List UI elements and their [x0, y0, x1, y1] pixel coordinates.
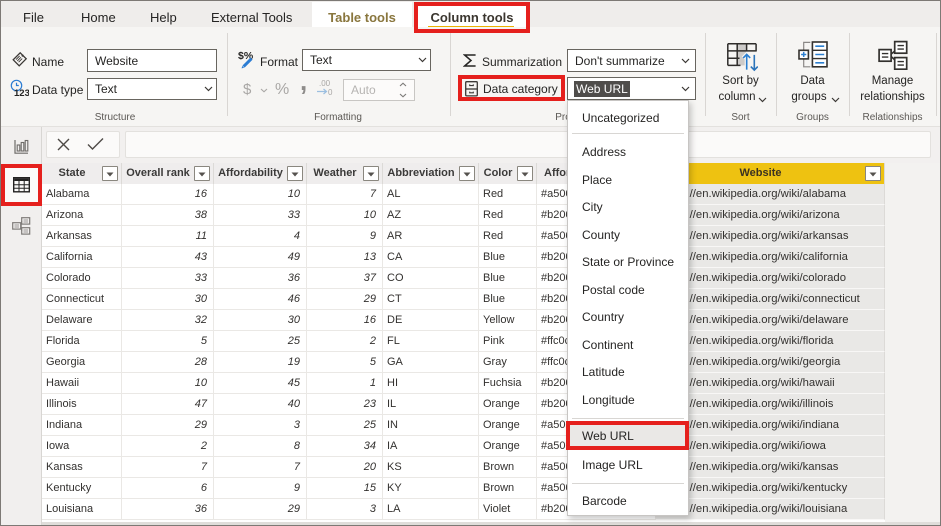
svg-text:0: 0 [328, 88, 333, 97]
svg-text:.00: .00 [319, 79, 331, 88]
svg-text:123: 123 [14, 88, 29, 98]
